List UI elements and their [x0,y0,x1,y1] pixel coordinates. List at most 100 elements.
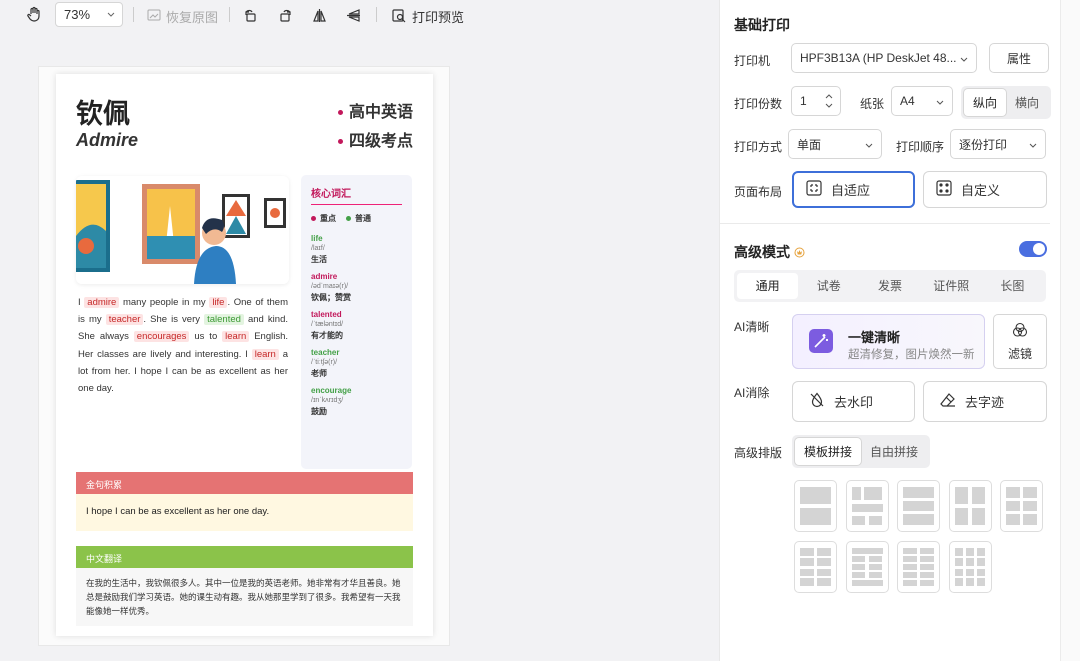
layout-template-option[interactable] [794,541,837,593]
free-splice-option[interactable]: 自由拼接 [861,438,927,465]
layout-template-option[interactable] [948,541,992,593]
magic-wand-icon [807,327,835,360]
layout-cell [817,578,831,586]
layout-cell [903,514,934,525]
layout-cell [971,507,986,525]
restore-button[interactable]: 恢复原图 [166,7,218,26]
layout-cell [903,555,917,563]
remove-handwriting-button[interactable]: 去字迹 [923,381,1047,422]
quote-header: 金句积累 [76,472,413,494]
one-click-clear-button[interactable]: 一键清晰 超清修复，图片焕然一新 [792,314,985,369]
doc-tag-2: 四级考点 [338,127,413,151]
layout-cell [851,487,861,501]
vocab-mean: 生活 [311,255,327,264]
doc-title: 钦佩 [76,99,130,130]
key-dot [311,216,316,221]
layout-cell [851,548,883,555]
flip-horizontal-icon[interactable] [310,6,328,24]
highlighted-word: teacher [105,314,144,326]
landscape-option[interactable]: 横向 [1006,89,1048,116]
print-order-value: 逐份打印 [959,137,1008,152]
mode-tab[interactable]: 长图 [982,273,1043,299]
document-page: 钦佩 Admire 高中英语 四级考点 I admire many people… [56,74,433,636]
translation-header: 中文翻译 [76,546,413,568]
layout-cell [920,548,934,555]
layout-cell [920,563,934,571]
doc-subtitle: Admire [76,130,139,150]
mode-tab[interactable]: 发票 [859,273,920,299]
layout-cell [965,558,975,566]
print-mode-select[interactable]: 单面 [788,129,882,159]
custom-layout-button[interactable]: 自定义 [923,171,1047,208]
layout-cell [954,548,964,556]
layout-cell [817,548,831,556]
layout-cell [800,578,814,586]
layout-cell [976,558,986,566]
custom-icon [936,180,952,199]
layout-template-option[interactable] [845,480,889,532]
vocab-phon: /ɪnˈkʌrɪdʒ/ [311,397,344,404]
paragraph-text: many people in my [119,297,210,308]
layout-cell [800,507,831,525]
layout-template-option[interactable] [1000,480,1043,532]
stepper-arrows-icon[interactable] [825,92,833,113]
print-mode-label: 打印方式 [734,140,783,154]
print-order-select[interactable]: 逐份打印 [950,129,1046,159]
layout-cell [1006,487,1020,498]
layout-template-option[interactable] [948,480,992,532]
restore-image-icon[interactable] [145,6,163,24]
advanced-mode-toggle[interactable] [1019,241,1047,257]
quote-text: I hope I can be as excellent as her one … [76,494,413,531]
layout-cell [868,571,883,579]
layout-template-option[interactable] [897,541,940,593]
rotate-right-icon[interactable] [276,6,294,24]
mode-tab[interactable]: 试卷 [798,273,859,299]
printer-label: 打印机 [734,54,771,68]
layout-cell [868,515,883,525]
layout-template-option[interactable] [845,541,889,593]
paper-select[interactable]: A4 [891,86,953,116]
template-splice-option[interactable]: 模板拼接 [795,438,862,465]
scrollbar[interactable] [1060,0,1080,661]
layout-template-option[interactable] [794,480,837,532]
remove-watermark-button[interactable]: 去水印 [792,381,915,422]
translation-text: 在我的生活中，我钦佩很多人。其中一位是我的英语老师。她非常有才华且善良。她总是鼓… [76,568,413,626]
mode-tab[interactable]: 证件照 [921,273,982,299]
layout-cell [954,558,964,566]
printer-select[interactable]: HPF3B13A (HP DeskJet 48... [791,43,977,73]
vocab-mean: 老师 [311,369,327,378]
copies-value: 1 [800,94,807,108]
print-preview-button[interactable]: 打印预览 [412,7,464,26]
print-preview-icon[interactable] [389,6,407,24]
flip-vertical-icon[interactable] [344,6,362,24]
layout-cell [903,571,917,579]
copies-stepper[interactable]: 1 [791,86,841,116]
mode-tab[interactable]: 通用 [737,273,799,299]
vocab-phon: /laɪf/ [311,245,325,252]
portrait-option[interactable]: 纵向 [964,89,1007,116]
rotate-left-icon[interactable] [241,6,259,24]
properties-button[interactable]: 属性 [989,43,1049,73]
normal-dot [346,216,351,221]
layout-template-option[interactable] [897,480,940,532]
fit-layout-button[interactable]: 自适应 [792,171,915,208]
chevron-down-icon [935,96,945,110]
filter-icon [1012,322,1028,341]
vocab-word: encourage [311,386,352,395]
hand-icon[interactable] [25,5,43,23]
layout-cell [1023,500,1037,512]
crown-icon [794,245,805,261]
filter-button[interactable]: 滤镜 [993,314,1047,369]
highlighted-word: life [209,297,228,308]
divider [720,223,1050,224]
toolbar: 73% 恢复原图 打印预览 [0,0,718,30]
divider [376,7,377,22]
layout-cell [817,568,831,577]
layout-cell [851,504,883,512]
highlighted-word: admire [84,297,120,308]
zoom-select[interactable]: 73% [55,2,123,27]
divider [229,7,230,22]
highlighted-word: learn [222,331,250,343]
one-click-clear-desc: 超清修复，图片焕然一新 [848,349,975,361]
eraser-icon [940,392,956,411]
